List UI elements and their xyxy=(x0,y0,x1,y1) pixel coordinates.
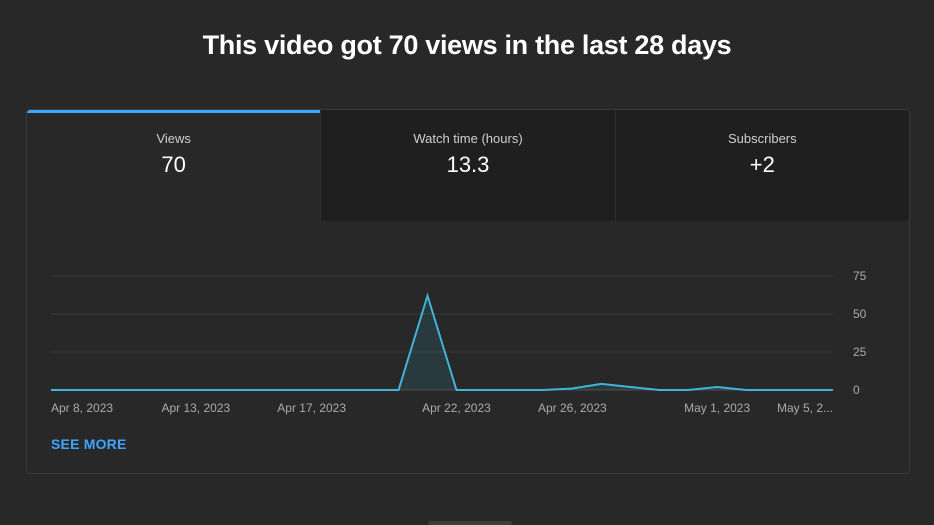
x-tick-label: Apr 13, 2023 xyxy=(161,401,230,415)
metric-tabs: Views 70 Watch time (hours) 13.3 Subscri… xyxy=(27,110,909,221)
see-more-link[interactable]: SEE MORE xyxy=(51,436,127,452)
tab-watch-time-value: 13.3 xyxy=(446,152,490,177)
y-tick-label: 25 xyxy=(853,345,867,359)
tab-subscribers[interactable]: Subscribers +2 xyxy=(614,110,909,221)
y-tick-label: 0 xyxy=(853,383,860,397)
tab-watch-time-label: Watch time (hours) xyxy=(413,131,523,146)
x-tick-label: May 5, 2... xyxy=(777,401,833,415)
bottom-drag-handle[interactable] xyxy=(428,521,512,525)
tab-watch-time[interactable]: Watch time (hours) 13.3 xyxy=(320,110,615,221)
x-tick-label: Apr 26, 2023 xyxy=(538,401,607,415)
analytics-card: Views 70 Watch time (hours) 13.3 Subscri… xyxy=(26,109,910,474)
tab-views[interactable]: Views 70 xyxy=(27,110,321,221)
tab-views-label: Views xyxy=(156,131,191,146)
tab-views-value: 70 xyxy=(161,152,186,177)
y-tick-label: 75 xyxy=(853,269,867,283)
tab-subscribers-label: Subscribers xyxy=(728,131,797,146)
x-tick-label: Apr 17, 2023 xyxy=(277,401,346,415)
page-headline: This video got 70 views in the last 28 d… xyxy=(202,30,732,60)
x-tick-label: Apr 22, 2023 xyxy=(422,401,491,415)
y-tick-label: 50 xyxy=(853,307,867,321)
views-chart: 0 25 50 75 Apr 8, 2023 Apr 13, 2023 Apr 17, 20… xyxy=(51,269,867,415)
x-tick-label: May 1, 2023 xyxy=(684,401,750,415)
tab-subscribers-value: +2 xyxy=(749,152,775,177)
x-tick-label: Apr 8, 2023 xyxy=(51,401,113,415)
